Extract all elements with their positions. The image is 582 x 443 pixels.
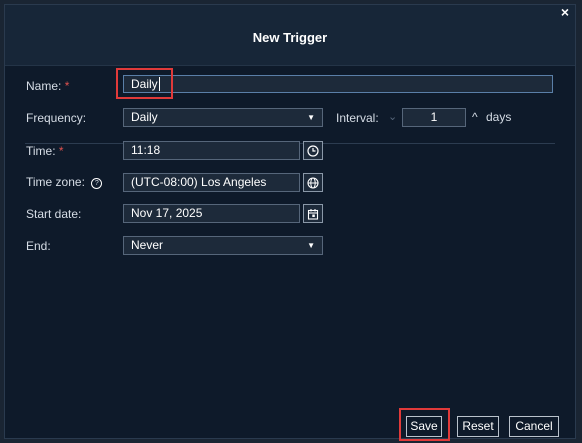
time-value: 11:18	[131, 143, 161, 157]
timezone-label: Time zone: ?	[26, 175, 103, 189]
dropdown-arrow-icon: ▼	[307, 241, 315, 250]
name-highlight-box	[116, 68, 173, 99]
chevron-up-icon[interactable]: ^	[472, 110, 478, 124]
end-value: Never	[131, 238, 164, 252]
end-label: End:	[26, 239, 51, 253]
time-label-text: Time:	[26, 144, 56, 158]
frequency-value: Daily	[131, 110, 158, 124]
timezone-value: (UTC-08:00) Los Angeles	[131, 175, 267, 189]
timezone-input[interactable]: (UTC-08:00) Los Angeles	[123, 173, 300, 192]
calendar-icon[interactable]	[303, 204, 323, 223]
start-date-value: Nov 17, 2025	[131, 206, 203, 220]
interval-label: Interval:	[336, 111, 379, 125]
name-input[interactable]: Daily	[123, 75, 553, 93]
name-required-mark: *	[64, 79, 70, 93]
time-required-mark: *	[58, 144, 64, 158]
dropdown-arrow-icon: ▼	[307, 113, 315, 122]
time-input[interactable]: 11:18	[123, 141, 300, 160]
start-date-input[interactable]: Nov 17, 2025	[123, 204, 300, 223]
close-icon[interactable]: ×	[561, 4, 569, 20]
help-icon[interactable]: ?	[91, 178, 103, 189]
name-label-text: Name:	[26, 79, 62, 93]
new-trigger-dialog: New Trigger × Name: * Daily Frequency: D…	[4, 4, 576, 441]
dialog-titlebar: New Trigger ×	[5, 4, 575, 66]
chevron-down-icon: ⌄	[388, 111, 398, 123]
frequency-select[interactable]: Daily ▼	[123, 108, 323, 127]
end-select[interactable]: Never ▼	[123, 236, 323, 255]
globe-icon[interactable]	[303, 173, 323, 192]
clock-icon[interactable]	[303, 141, 323, 160]
time-label: Time: *	[26, 144, 64, 158]
interval-input[interactable]: 1	[402, 108, 466, 127]
name-label: Name: *	[26, 79, 69, 93]
frequency-label: Frequency:	[26, 111, 87, 125]
interval-stepper[interactable]: ^ days	[472, 110, 511, 124]
save-highlight-box	[399, 408, 450, 441]
interval-unit: days	[485, 110, 512, 124]
reset-button[interactable]: Reset	[457, 416, 499, 437]
cancel-button[interactable]: Cancel	[509, 416, 559, 437]
timezone-label-text: Time zone:	[26, 175, 85, 189]
dialog-title: New Trigger	[252, 30, 328, 45]
interval-value: 1	[430, 110, 438, 124]
start-date-label: Start date:	[26, 207, 82, 221]
